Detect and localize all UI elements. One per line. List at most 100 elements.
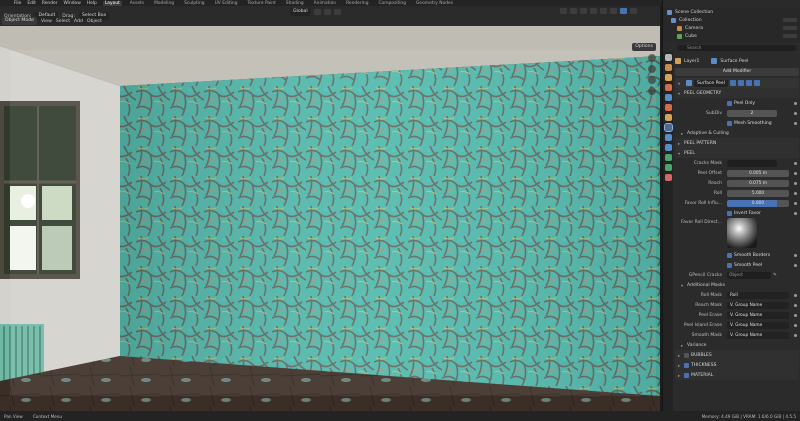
keyframe-dot-icon[interactable] — [794, 303, 797, 307]
properties-search-input[interactable]: Search — [677, 45, 797, 51]
keyframe-dot-icon[interactable] — [794, 161, 797, 165]
data-tab-icon[interactable] — [664, 164, 672, 171]
keyframe-dot-icon[interactable] — [794, 201, 797, 205]
rendered-shading-icon[interactable] — [630, 8, 637, 14]
pan-icon[interactable] — [648, 65, 656, 73]
eyedropper-icon[interactable]: ✎ — [773, 273, 777, 278]
overlay-icon[interactable] — [580, 8, 587, 14]
solid-shading-icon[interactable] — [610, 8, 617, 14]
object-name[interactable]: Layer1 — [684, 59, 699, 64]
cracks-mask-field[interactable] — [727, 159, 777, 167]
workspace-tab-compositing[interactable]: Compositing — [376, 1, 408, 6]
visibility-icon[interactable] — [560, 8, 567, 14]
transform-orientation-dropdown[interactable]: Global — [290, 8, 311, 16]
menu-file[interactable]: File — [14, 1, 21, 6]
keyframe-dot-icon[interactable] — [794, 181, 797, 185]
visibility-toggles[interactable] — [783, 18, 797, 22]
section-additional-masks[interactable]: ▾ Additional Masks — [675, 280, 799, 290]
outliner-row-collection[interactable]: Collection — [663, 16, 800, 24]
menu-select[interactable]: Select — [56, 19, 70, 24]
proportional-edit-icon[interactable] — [333, 9, 341, 15]
constraints-tab-icon[interactable] — [664, 154, 672, 161]
peel-island-erase-field[interactable]: V. Group Name — [727, 321, 789, 329]
workspace-tab-texture-paint[interactable]: Texture Paint — [245, 1, 277, 6]
roll-mask-field[interactable]: Roll — [727, 291, 789, 299]
workspace-tab-assets[interactable]: Assets — [128, 1, 146, 6]
section-peel-geometry[interactable]: ▾ PEEL GEOMETRY — [675, 88, 799, 98]
menu-help[interactable]: Help — [87, 1, 97, 6]
object-tab-icon[interactable] — [664, 114, 672, 121]
snap-icon[interactable] — [323, 9, 331, 15]
gpencil-cracks-field[interactable]: Object — [727, 271, 771, 279]
gizmo-icon[interactable] — [570, 8, 577, 14]
peel-only-checkbox[interactable]: Peel Only — [727, 100, 755, 106]
camera-view-icon[interactable] — [648, 76, 656, 84]
material-tab-icon[interactable] — [664, 174, 672, 181]
xray-icon[interactable] — [590, 8, 597, 14]
peel-erase-field[interactable]: V. Group Name — [727, 311, 789, 319]
workspace-tab-modeling[interactable]: Modeling — [152, 1, 176, 6]
keyframe-dot-icon[interactable] — [794, 111, 797, 115]
section-variance[interactable]: ▸ Variance — [675, 340, 799, 350]
outliner-row-camera[interactable]: Camera — [663, 24, 800, 32]
section-thickness[interactable]: ▸ THICKNESS — [675, 360, 799, 370]
reach-field[interactable]: 0.075 m — [727, 179, 789, 187]
zoom-icon[interactable] — [648, 54, 656, 62]
keyframe-dot-icon[interactable] — [794, 293, 797, 297]
roll-field[interactable]: 5.000 — [727, 189, 789, 197]
modifier-tab-icon[interactable] — [663, 123, 673, 132]
view-layer-tab-icon[interactable] — [664, 84, 672, 91]
keyframe-dot-icon[interactable] — [794, 171, 797, 175]
section-peel[interactable]: ▾ PEEL — [675, 148, 799, 158]
menu-edit[interactable]: Edit — [27, 1, 36, 6]
workspace-tab-rendering[interactable]: Rendering — [344, 1, 370, 6]
render-toggle-icon[interactable] — [745, 80, 752, 86]
workspace-tab-layout[interactable]: Layout — [102, 0, 122, 6]
visibility-toggles[interactable] — [783, 26, 797, 30]
3d-viewport[interactable]: Options — [0, 26, 660, 411]
outliner-row-scene-collection[interactable]: Scene Collection — [663, 8, 800, 16]
direction-sphere-widget[interactable] — [727, 218, 757, 248]
viewport-toggle-icon[interactable] — [737, 80, 744, 86]
keyframe-dot-icon[interactable] — [794, 263, 797, 267]
section-bubbles[interactable]: ▸ BUBBLES — [675, 350, 799, 360]
menu-add[interactable]: Add — [74, 19, 83, 24]
physics-tab-icon[interactable] — [664, 144, 672, 151]
wireframe-shading-icon[interactable] — [600, 8, 607, 14]
keyframe-dot-icon[interactable] — [794, 211, 797, 215]
keyframe-dot-icon[interactable] — [794, 313, 797, 317]
pivot-icon[interactable] — [313, 9, 321, 15]
edit-mode-toggle-icon[interactable] — [729, 80, 736, 86]
world-tab-icon[interactable] — [664, 104, 672, 111]
reach-mask-field[interactable]: V. Group Name — [727, 301, 789, 309]
bubbles-enable-checkbox[interactable] — [684, 352, 689, 358]
material-enable-checkbox[interactable] — [684, 372, 689, 378]
particles-tab-icon[interactable] — [664, 134, 672, 141]
favor-roll-influence-slider[interactable]: 0.800 — [727, 199, 789, 207]
thickness-enable-checkbox[interactable] — [684, 362, 689, 368]
modifier-name-field[interactable]: Surface Peel — [694, 79, 728, 87]
smooth-borders-checkbox[interactable]: Smooth Borders — [727, 252, 770, 258]
cage-toggle-icon[interactable] — [753, 80, 760, 86]
subdiv-stepper[interactable]: 2 — [727, 109, 777, 117]
menu-window[interactable]: Window — [64, 1, 81, 6]
workspace-tab-animation[interactable]: Animation — [312, 1, 338, 6]
invert-favor-checkbox[interactable]: Invert Favor — [727, 210, 761, 216]
mesh-smoothing-checkbox[interactable]: Mesh Smoothing — [727, 120, 772, 126]
add-modifier-button[interactable]: Add Modifier — [675, 68, 799, 76]
scene-tab-icon[interactable] — [664, 94, 672, 101]
material-shading-icon[interactable] — [620, 8, 627, 14]
smooth-mask-field[interactable]: V. Group Name — [727, 331, 789, 339]
keyframe-dot-icon[interactable] — [794, 333, 797, 337]
workspace-tab-shading[interactable]: Shading — [284, 1, 306, 6]
keyframe-dot-icon[interactable] — [794, 253, 797, 257]
smooth-peel-checkbox[interactable]: Smooth Peel — [727, 262, 762, 268]
modifier-name[interactable]: Surface Peel — [720, 59, 748, 64]
render-tab-icon[interactable] — [664, 64, 672, 71]
section-peel-pattern[interactable]: ▸ PEEL PATTERN — [675, 138, 799, 148]
keyframe-dot-icon[interactable] — [794, 121, 797, 125]
menu-view[interactable]: View — [41, 19, 52, 24]
keyframe-dot-icon[interactable] — [794, 191, 797, 195]
visibility-toggles[interactable] — [783, 34, 797, 38]
menu-render[interactable]: Render — [42, 1, 58, 6]
